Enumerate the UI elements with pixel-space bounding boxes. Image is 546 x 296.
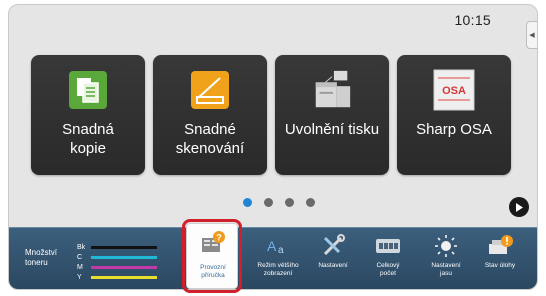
large-view-button[interactable]: A a Režim většího zobrazení xyxy=(250,231,306,289)
page-dot-active[interactable] xyxy=(243,198,252,207)
tools-icon xyxy=(318,233,348,259)
toner-row-c: C xyxy=(77,253,157,262)
svg-text:OSA: OSA xyxy=(442,85,466,97)
scan-icon xyxy=(188,68,232,112)
next-page-button[interactable] xyxy=(509,197,529,217)
brightness-button[interactable]: Nastavení jasu xyxy=(418,231,474,289)
tile-label: Sharp OSA xyxy=(416,121,492,138)
svg-text:a: a xyxy=(278,245,284,256)
tile-sharp-osa[interactable]: OSA Sharp OSA xyxy=(397,55,511,175)
page-indicator xyxy=(243,198,315,207)
function-label: Nastavení jasu xyxy=(431,262,461,277)
toner-status[interactable]: Množství toneru Bk C M Y xyxy=(19,233,179,288)
job-status-button[interactable]: Stav úlohy xyxy=(472,231,528,289)
counter-icon xyxy=(373,233,403,259)
function-label: Nastavení xyxy=(318,262,348,269)
svg-text:A: A xyxy=(267,238,277,254)
tile-easy-scan[interactable]: Snadné skenování xyxy=(153,55,267,175)
page-dot[interactable] xyxy=(306,198,315,207)
tile-label: Uvolnění tisku xyxy=(284,121,380,138)
copy-icon xyxy=(66,68,110,112)
function-label: Celkový počet xyxy=(376,262,400,277)
tile-label: Snadné skenování xyxy=(175,121,245,157)
highlight-frame xyxy=(182,219,242,293)
clock: 10:15 xyxy=(454,12,491,28)
tile-print-release[interactable]: Uvolnění tisku xyxy=(275,55,389,175)
page-dot[interactable] xyxy=(264,198,273,207)
function-label: Režim většího zobrazení xyxy=(257,262,299,277)
tile-label: Snadná kopie xyxy=(62,121,114,157)
function-label: Stav úlohy xyxy=(484,262,516,269)
settings-button[interactable]: Nastavení xyxy=(305,231,361,289)
toner-title: Množství toneru xyxy=(25,248,58,267)
page-dot[interactable] xyxy=(285,198,294,207)
tile-easy-copy[interactable]: Snadná kopie xyxy=(31,55,145,175)
job-status-icon xyxy=(485,233,515,259)
sharp-osa-icon: OSA xyxy=(432,68,476,112)
side-panel-handle[interactable]: ◀ xyxy=(526,21,537,49)
play-right-icon xyxy=(516,202,523,212)
toner-bar xyxy=(91,276,157,279)
home-screen: 10:15 ◀ Snadná kopie Snadné skenování Uv… xyxy=(8,4,538,290)
toner-row-bk: Bk xyxy=(77,243,157,252)
function-bar: Množství toneru Bk C M Y A a Režim větší… xyxy=(9,227,537,289)
total-count-button[interactable]: Celkový počet xyxy=(360,231,416,289)
toner-row-m: M xyxy=(77,263,157,272)
shortcut-tiles: Snadná kopie Snadné skenování Uvolnění t… xyxy=(31,55,511,180)
toner-bar xyxy=(91,266,157,269)
toner-bar xyxy=(91,246,157,249)
chevron-left-icon: ◀ xyxy=(529,32,535,39)
toner-bar xyxy=(91,256,157,259)
toner-row-y: Y xyxy=(77,273,157,282)
brightness-icon xyxy=(431,233,461,259)
print-release-icon xyxy=(310,68,354,112)
large-text-icon: A a xyxy=(263,233,293,259)
